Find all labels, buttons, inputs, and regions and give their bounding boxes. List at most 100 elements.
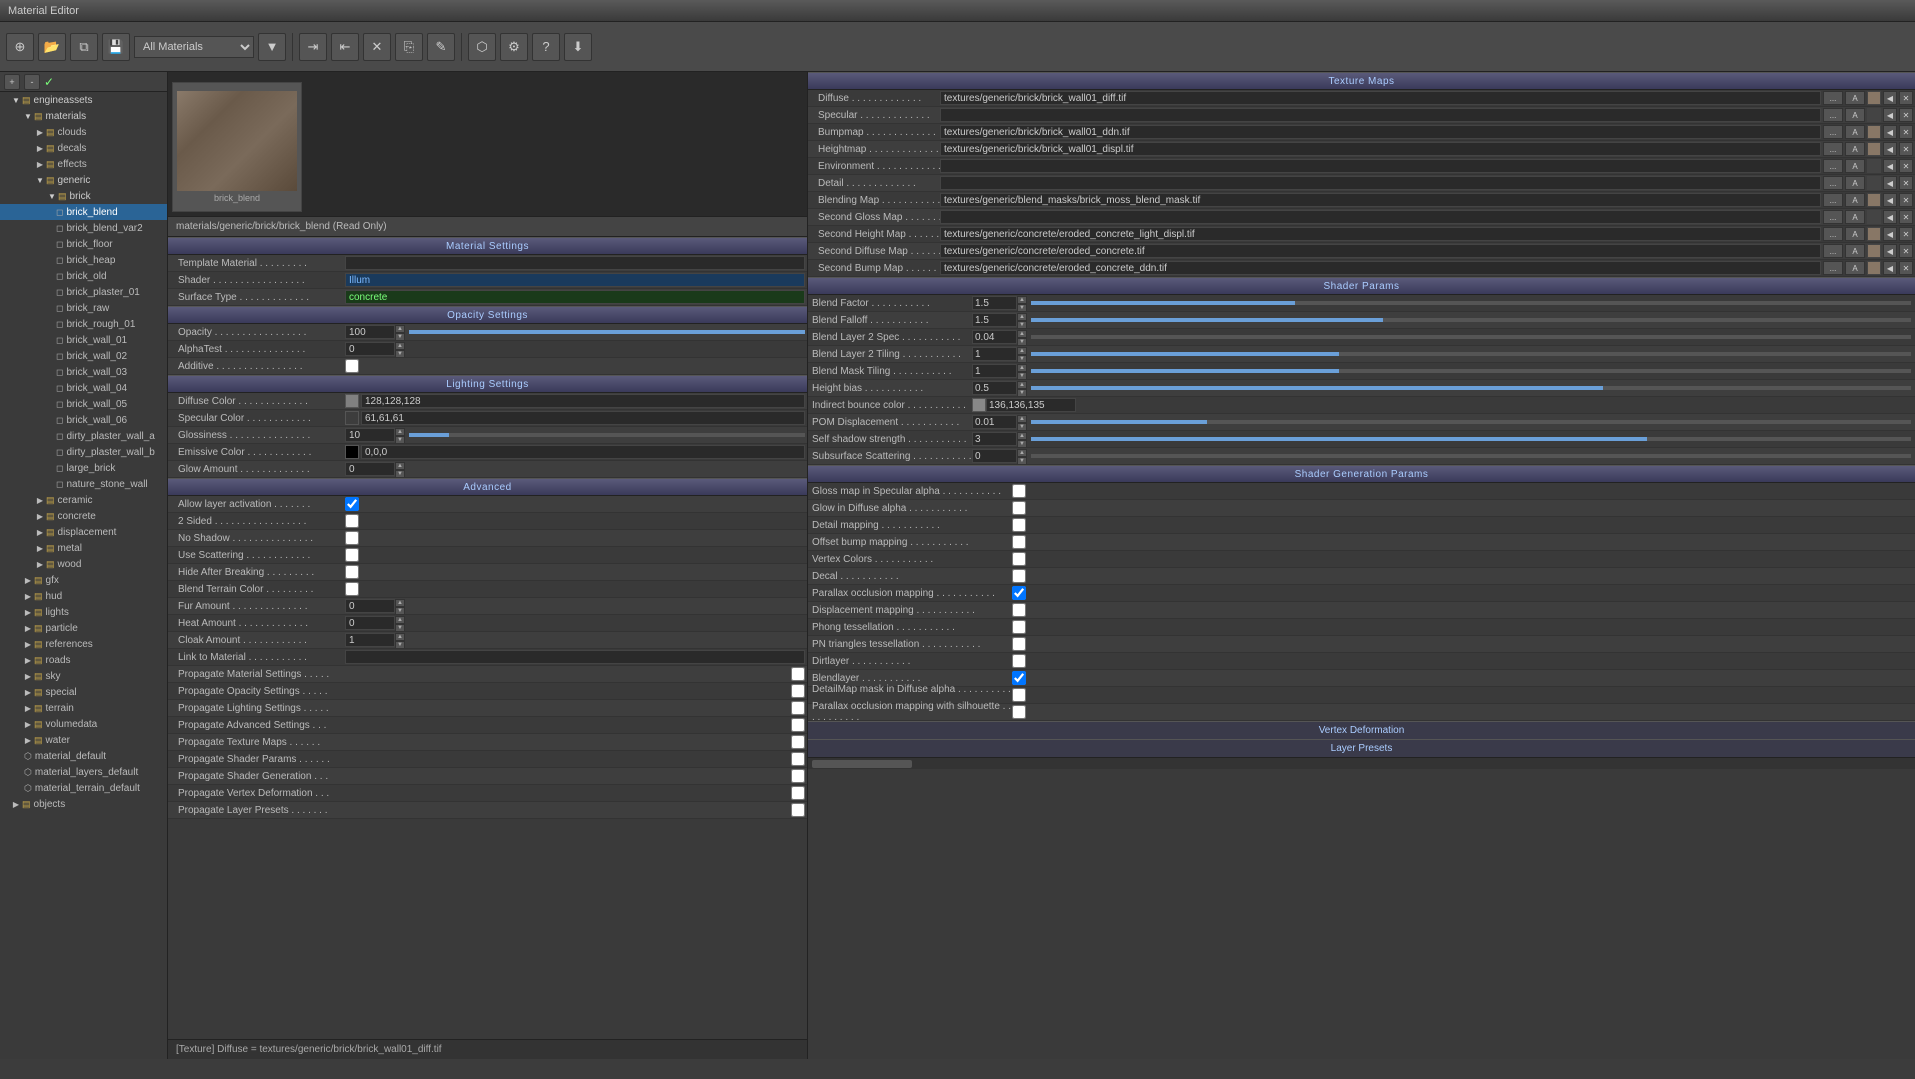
texture-browse-btn[interactable]: ... (1823, 91, 1843, 105)
shader-gen-checkbox[interactable] (1012, 671, 1026, 685)
glow-value[interactable] (345, 462, 395, 476)
settings-button[interactable]: ⚙ (500, 33, 528, 61)
spinner-up[interactable]: ▲ (395, 462, 405, 470)
texture-browse-btn[interactable]: ... (1823, 227, 1843, 241)
texture-a-btn[interactable]: A (1845, 244, 1865, 258)
gloss-spinner[interactable]: ▲ ▼ (395, 428, 405, 442)
spinner-up[interactable]: ▲ (395, 342, 405, 350)
texture-browse-btn[interactable]: ... (1823, 261, 1843, 275)
shader-param-spinner[interactable]: ▲ ▼ (1017, 449, 1027, 463)
shader-param-value[interactable] (972, 449, 1017, 463)
shader-gen-checkbox[interactable] (1012, 569, 1026, 583)
texture-extra-btn[interactable]: ◀ (1883, 261, 1897, 275)
tree-item-gfx[interactable]: ▶ ▤ gfx (0, 572, 167, 588)
shader-gen-checkbox[interactable] (1012, 586, 1026, 600)
new-button[interactable]: ⊕ (6, 33, 34, 61)
texture-extra-btn[interactable]: ◀ (1883, 176, 1897, 190)
tree-item-material-default[interactable]: ⬡ material_default (0, 748, 167, 764)
tree-item-water[interactable]: ▶ ▤ water (0, 732, 167, 748)
texture-browse-btn[interactable]: ... (1823, 244, 1843, 258)
save-button[interactable]: 💾 (102, 33, 130, 61)
tree-item-effects[interactable]: ▶ ▤ effects (0, 156, 167, 172)
texture-a-btn[interactable]: A (1845, 261, 1865, 275)
tree-item-brick-blend-var2[interactable]: ◻ brick_blend_var2 (0, 220, 167, 236)
glow-spinner[interactable]: ▲ ▼ (395, 462, 405, 476)
spinner-up[interactable]: ▲ (1017, 364, 1027, 372)
material-type-dropdown[interactable]: All Materials (134, 36, 254, 58)
two-sided-checkbox[interactable] (345, 514, 359, 528)
spinner-down[interactable]: ▼ (1017, 457, 1027, 465)
shader-gen-checkbox[interactable] (1012, 603, 1026, 617)
spinner-down[interactable]: ▼ (395, 470, 405, 478)
no-shadow-checkbox[interactable] (345, 531, 359, 545)
slider-track[interactable] (1031, 386, 1911, 390)
shader-param-spinner[interactable]: ▲ ▼ (1017, 381, 1027, 395)
cloak-amount-value[interactable] (345, 633, 395, 647)
blend-terrain-checkbox[interactable] (345, 582, 359, 596)
tree-item-volumedata[interactable]: ▶ ▤ volumedata (0, 716, 167, 732)
tree-item-dirty-plaster-a[interactable]: ◻ dirty_plaster_wall_a (0, 428, 167, 444)
propagate-advanced-checkbox[interactable] (791, 718, 805, 732)
spinner-down[interactable]: ▼ (395, 333, 405, 341)
shader-param-spinner[interactable]: ▲ ▼ (1017, 364, 1027, 378)
specular-color-value[interactable] (361, 411, 805, 425)
texture-x-btn[interactable]: ✕ (1899, 108, 1913, 122)
texture-path-input[interactable] (940, 176, 1821, 190)
slider-track[interactable] (1031, 352, 1911, 356)
tree-item-brick-wall03[interactable]: ◻ brick_wall_03 (0, 364, 167, 380)
texture-path-input[interactable] (940, 261, 1821, 275)
texture-extra-btn[interactable]: ◀ (1883, 244, 1897, 258)
emissive-color-swatch[interactable] (345, 445, 359, 459)
tree-item-brick-heap[interactable]: ◻ brick_heap (0, 252, 167, 268)
texture-browse-btn[interactable]: ... (1823, 176, 1843, 190)
texture-a-btn[interactable]: A (1845, 91, 1865, 105)
propagate-opacity-checkbox[interactable] (791, 684, 805, 698)
tree-item-brick-wall04[interactable]: ◻ brick_wall_04 (0, 380, 167, 396)
texture-x-btn[interactable]: ✕ (1899, 125, 1913, 139)
texture-path-input[interactable] (940, 227, 1821, 241)
tree-item-particle[interactable]: ▶ ▤ particle (0, 620, 167, 636)
diffuse-color-value[interactable] (361, 394, 805, 408)
shader-gen-checkbox[interactable] (1012, 620, 1026, 634)
tree-item-brick-wall02[interactable]: ◻ brick_wall_02 (0, 348, 167, 364)
slider-track[interactable] (1031, 420, 1911, 424)
texture-path-input[interactable] (940, 193, 1821, 207)
tree-item-brick[interactable]: ▼ ▤ brick (0, 188, 167, 204)
tree-item-nature-stone-wall[interactable]: ◻ nature_stone_wall (0, 476, 167, 492)
heat-amount-value[interactable] (345, 616, 395, 630)
tree-item-lights[interactable]: ▶ ▤ lights (0, 604, 167, 620)
texture-path-input[interactable] (940, 125, 1821, 139)
shader-param-value[interactable] (986, 398, 1076, 412)
slider-track[interactable] (1031, 318, 1911, 322)
scrollbar-thumb[interactable] (812, 760, 912, 768)
shader-gen-checkbox[interactable] (1012, 552, 1026, 566)
slider-track[interactable] (1031, 301, 1911, 305)
texture-x-btn[interactable]: ✕ (1899, 244, 1913, 258)
texture-x-btn[interactable]: ✕ (1899, 210, 1913, 224)
opacity-spinner[interactable]: ▲ ▼ (395, 325, 405, 339)
fur-amount-value[interactable] (345, 599, 395, 613)
tree-item-terrain[interactable]: ▶ ▤ terrain (0, 700, 167, 716)
texture-x-btn[interactable]: ✕ (1899, 91, 1913, 105)
rename-button[interactable]: ✎ (427, 33, 455, 61)
shader-gen-checkbox[interactable] (1012, 501, 1026, 515)
template-value[interactable] (345, 256, 805, 270)
spinner-down[interactable]: ▼ (1017, 355, 1027, 363)
tree-item-brick-rough01[interactable]: ◻ brick_rough_01 (0, 316, 167, 332)
glossiness-value[interactable] (345, 428, 395, 442)
tree-item-material-layers-default[interactable]: ⬡ material_layers_default (0, 764, 167, 780)
texture-a-btn[interactable]: A (1845, 176, 1865, 190)
spinner-down[interactable]: ▼ (1017, 389, 1027, 397)
tree-item-concrete[interactable]: ▶ ▤ concrete (0, 508, 167, 524)
texture-path-input[interactable] (940, 91, 1821, 105)
texture-path-input[interactable] (940, 244, 1821, 258)
propagate-shader-checkbox[interactable] (791, 752, 805, 766)
texture-extra-btn[interactable]: ◀ (1883, 210, 1897, 224)
shader-gen-checkbox[interactable] (1012, 637, 1026, 651)
surface-value[interactable] (345, 290, 805, 304)
texture-path-input[interactable] (940, 108, 1821, 122)
propagate-lighting-checkbox[interactable] (791, 701, 805, 715)
tree-item-material-terrain-default[interactable]: ⬡ material_terrain_default (0, 780, 167, 796)
tree-item-materials[interactable]: ▼ ▤ materials (0, 108, 167, 124)
texture-extra-btn[interactable]: ◀ (1883, 91, 1897, 105)
